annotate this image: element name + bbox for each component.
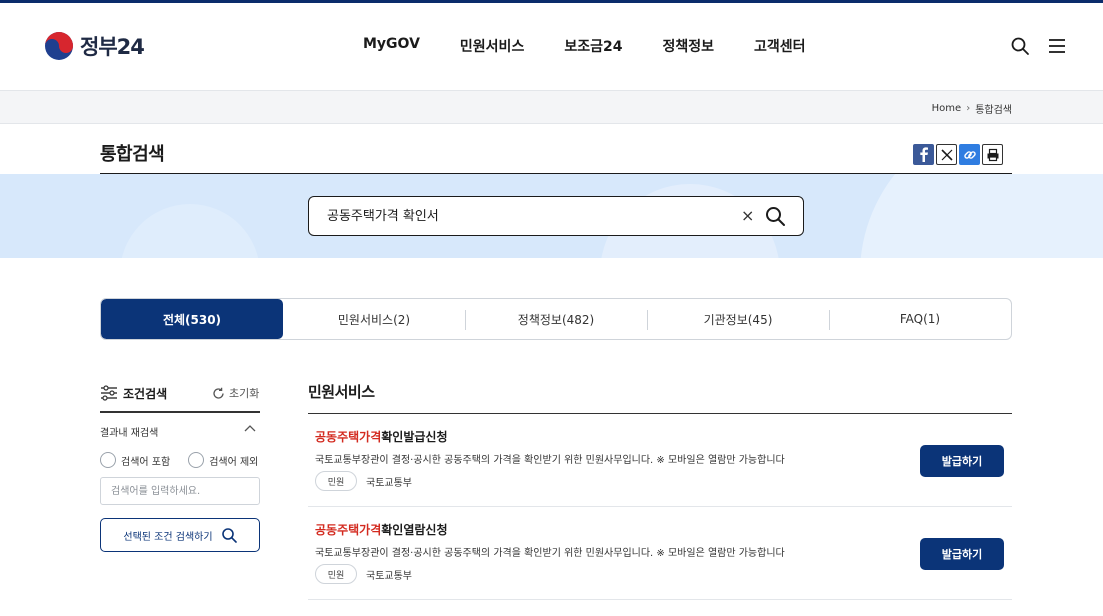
search-banner: × — [0, 174, 1103, 258]
link-icon[interactable] — [959, 144, 980, 165]
nav-mygov[interactable]: MyGOV — [363, 36, 420, 56]
result-item: 공동주택가격확인열람신청 국토교통부장관이 결정·공시한 공동주택의 가격을 확… — [308, 507, 1012, 600]
refine-options: 검색어 포함 검색어 제외 — [100, 452, 276, 468]
result-meta: 민원 국토교통부 — [315, 564, 412, 584]
apply-filter-label: 선택된 조건 검색하기 — [123, 531, 213, 543]
result-meta: 민원 국토교통부 — [315, 471, 412, 491]
result-description: 국토교통부장관이 결정·공시한 공동주택의 가격을 확인받기 위한 민원사무입니… — [315, 455, 785, 466]
result-title-rest: 확인열람신청 — [381, 523, 448, 537]
filter-header: 조건검색 초기화 — [100, 383, 260, 413]
breadcrumb-bar: Home › 통합검색 — [0, 91, 1103, 124]
radio-exclude-label: 검색어 제외 — [209, 456, 259, 468]
search-input[interactable] — [327, 207, 727, 222]
section-title: 민원서비스 — [308, 383, 375, 401]
tab-all[interactable]: 전체(530) — [101, 299, 283, 339]
search-icon[interactable] — [1010, 36, 1030, 56]
site-logo[interactable]: 정부24 — [44, 31, 145, 61]
x-icon[interactable] — [936, 144, 957, 165]
search-icon — [221, 528, 237, 543]
chevron-up-icon[interactable] — [244, 424, 256, 434]
nav-policy-info[interactable]: 정책정보 — [662, 36, 714, 56]
result-org: 국토교통부 — [366, 570, 412, 582]
tab-agency-info[interactable]: 기관정보(45) — [647, 299, 829, 339]
reset-button[interactable]: 초기화 — [212, 385, 259, 401]
refresh-icon — [213, 387, 224, 399]
radio-circle[interactable] — [188, 452, 205, 468]
tab-faq[interactable]: FAQ(1) — [829, 299, 1011, 339]
result-title-highlight: 공동주택가격 — [315, 430, 382, 444]
tab-civil-service[interactable]: 민원서비스(2) — [283, 299, 465, 339]
nav-customer-center[interactable]: 고객센터 — [754, 36, 806, 56]
radio-include-keyword[interactable]: 검색어 포함 — [100, 452, 170, 468]
result-title-rest: 확인발급신청 — [381, 430, 448, 444]
filter-sliders-icon — [101, 385, 117, 401]
apply-filter-button[interactable]: 선택된 조건 검색하기 — [100, 518, 260, 552]
result-item: 공동주택가격확인발급신청 국토교통부장관이 결정·공시한 공동주택의 가격을 확… — [308, 414, 1012, 507]
chevron-right-icon: › — [966, 103, 971, 114]
search-submit-icon[interactable] — [764, 205, 786, 227]
main-nav: MyGOV 민원서비스 보조금24 정책정보 고객센터 — [363, 36, 846, 56]
print-icon[interactable] — [982, 144, 1003, 165]
result-title[interactable]: 공동주택가격확인열람신청 — [315, 521, 448, 538]
radio-circle[interactable] — [100, 452, 116, 468]
breadcrumb-home[interactable]: Home — [932, 103, 962, 114]
page-title: 통합검색 — [100, 144, 165, 165]
refine-search-input[interactable] — [100, 477, 260, 505]
issue-button[interactable]: 발급하기 — [920, 445, 1004, 477]
reset-label: 초기화 — [229, 387, 260, 400]
share-toolbar — [913, 144, 1005, 165]
hamburger-menu-icon[interactable] — [1047, 36, 1067, 56]
logo-text: 정부24 — [80, 35, 145, 59]
filter-title: 조건검색 — [123, 387, 168, 401]
issue-button[interactable]: 발급하기 — [920, 538, 1004, 570]
result-org: 국토교통부 — [366, 477, 412, 489]
result-title[interactable]: 공동주택가격확인발급신청 — [315, 428, 448, 445]
tab-policy-info[interactable]: 정책정보(482) — [465, 299, 647, 339]
nav-subsidy24[interactable]: 보조금24 — [564, 36, 622, 56]
result-title-highlight: 공동주택가격 — [315, 523, 382, 537]
category-badge: 민원 — [315, 564, 357, 584]
decorative-circle — [120, 204, 260, 258]
breadcrumb: Home › 통합검색 — [932, 101, 1012, 116]
taegeuk-logo-icon — [45, 32, 73, 60]
breadcrumb-current: 통합검색 — [975, 105, 1012, 116]
result-description: 국토교통부장관이 결정·공시한 공동주택의 가격을 확인받기 위한 민원사무입니… — [315, 548, 785, 559]
clear-icon[interactable]: × — [741, 206, 754, 225]
radio-include-label: 검색어 포함 — [121, 456, 171, 468]
refine-search-label: 결과내 재검색 — [100, 428, 159, 439]
site-header: 정부24 MyGOV 민원서비스 보조금24 정책정보 고객센터 — [0, 3, 1103, 91]
radio-exclude-keyword[interactable]: 검색어 제외 — [188, 452, 258, 468]
search-box: × — [308, 196, 804, 236]
nav-civil-service[interactable]: 민원서비스 — [460, 36, 524, 56]
result-tabs: 전체(530) 민원서비스(2) 정책정보(482) 기관정보(45) FAQ(… — [100, 298, 1012, 340]
category-badge: 민원 — [315, 471, 357, 491]
decorative-circle — [860, 174, 1103, 258]
facebook-icon[interactable] — [913, 144, 934, 165]
